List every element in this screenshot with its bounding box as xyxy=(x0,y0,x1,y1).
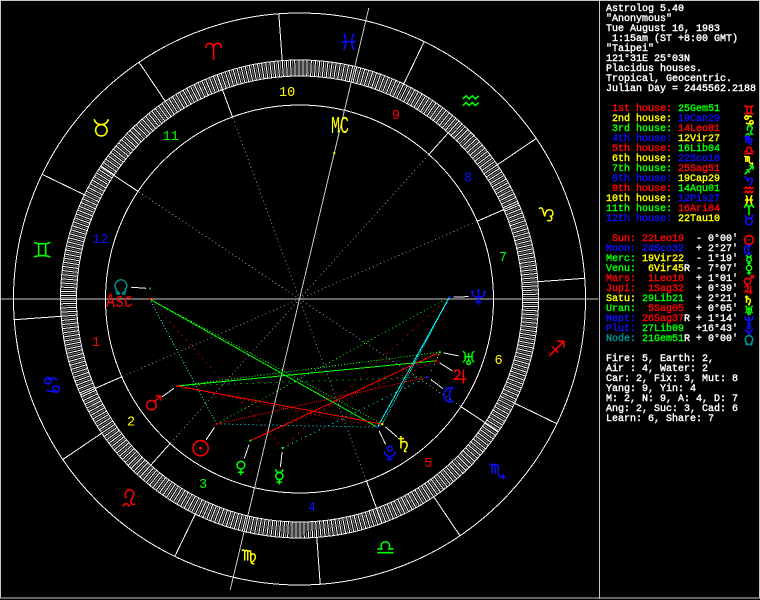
svg-text:12: 12 xyxy=(92,233,108,248)
svg-text:6: 6 xyxy=(495,354,503,369)
svg-text:MC: MC xyxy=(331,114,349,141)
svg-text:9: 9 xyxy=(392,109,400,124)
svg-text:8: 8 xyxy=(464,172,472,187)
svg-text:10: 10 xyxy=(279,86,295,101)
svg-text:2: 2 xyxy=(127,416,135,431)
svg-text:3: 3 xyxy=(199,478,207,493)
svg-text:Asc: Asc xyxy=(106,291,133,314)
svg-text:7: 7 xyxy=(499,251,507,266)
svg-text:1: 1 xyxy=(92,336,100,351)
svg-text:4: 4 xyxy=(308,501,316,516)
svg-text:5: 5 xyxy=(424,457,432,472)
svg-text:11: 11 xyxy=(163,130,179,145)
